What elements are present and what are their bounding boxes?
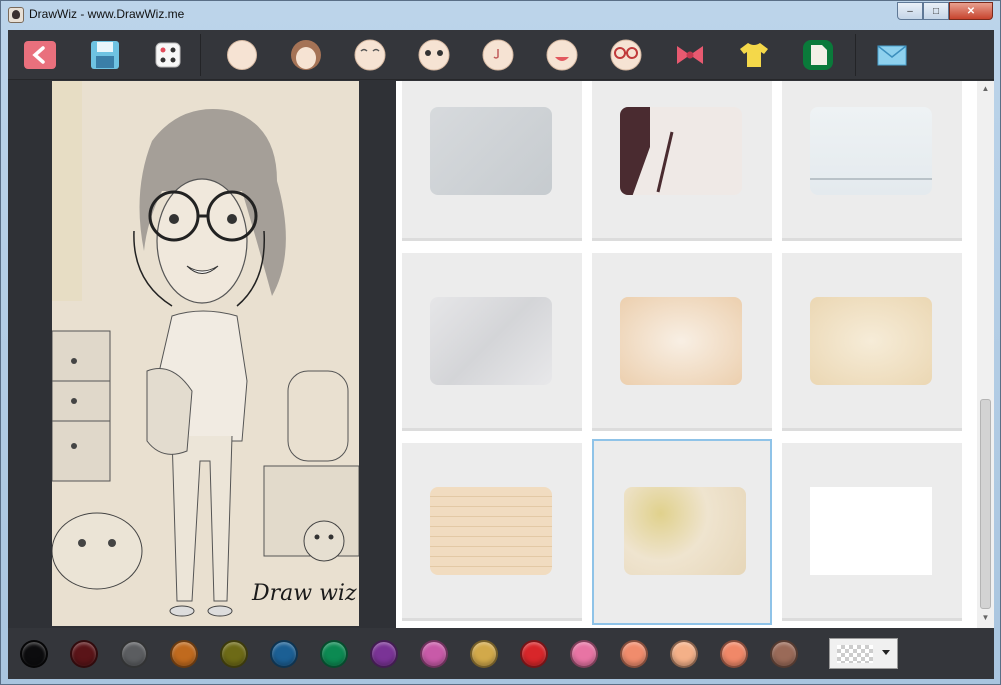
bow-icon (677, 46, 703, 64)
main-area: Draw wiz ▲ ▼ (8, 30, 994, 679)
caricature-canvas[interactable]: Draw wiz (52, 81, 359, 626)
background-thumbnail (430, 297, 552, 385)
background-thumbnail (620, 297, 742, 385)
hair-button[interactable] (288, 38, 324, 72)
save-button[interactable] (87, 38, 123, 72)
scroll-down-icon[interactable]: ▼ (980, 613, 991, 623)
nose-button[interactable] (480, 38, 516, 72)
background-item-handwritten-letter[interactable] (402, 443, 582, 621)
background-thumbnail (430, 487, 552, 575)
scroll-up-icon[interactable]: ▲ (980, 84, 991, 94)
accessory-button[interactable] (672, 38, 708, 72)
minimize-button[interactable]: – (897, 2, 923, 20)
window-title: DrawWiz - www.DrawWiz.me (29, 7, 185, 21)
back-icon (24, 41, 56, 69)
mouth-icon (546, 39, 578, 71)
toolbar (8, 30, 994, 80)
chevron-down-icon (882, 650, 890, 655)
color-swatch[interactable] (370, 640, 398, 668)
app-logo-icon (8, 7, 24, 23)
color-swatch[interactable] (770, 640, 798, 668)
save-icon (91, 41, 119, 69)
drawwiz-watermark: Draw wiz (252, 581, 357, 606)
nose-icon (482, 39, 514, 71)
glasses-button[interactable] (608, 38, 644, 72)
close-button[interactable]: ✕ (949, 2, 993, 20)
color-swatch[interactable] (170, 640, 198, 668)
hair-icon (291, 40, 321, 70)
background-thumbnail (624, 487, 746, 575)
maximize-button[interactable]: □ (923, 2, 949, 20)
color-swatch[interactable] (270, 640, 298, 668)
app-window: DrawWiz - www.DrawWiz.me – □ ✕ Draw wiz … (0, 0, 1001, 685)
background-thumbnail (810, 487, 932, 575)
shirt-icon (740, 43, 768, 67)
color-palette (8, 628, 994, 679)
color-swatch[interactable] (470, 640, 498, 668)
background-thumbnail (810, 107, 932, 195)
background-gallery: ▲ ▼ (396, 81, 994, 628)
share-button[interactable] (874, 38, 910, 72)
color-swatch[interactable] (620, 640, 648, 668)
background-thumbnail (430, 107, 552, 195)
pattern-dropdown[interactable] (829, 638, 898, 669)
random-button[interactable] (150, 38, 186, 72)
color-swatch[interactable] (70, 640, 98, 668)
glasses-icon (610, 39, 642, 71)
dice-icon (155, 42, 181, 68)
eyebrows-button[interactable] (352, 38, 388, 72)
checkerboard-icon (837, 645, 873, 663)
color-swatch[interactable] (570, 640, 598, 668)
background-item-cream-paper[interactable] (592, 253, 772, 431)
background-thumbnail (620, 107, 742, 195)
color-swatch[interactable] (520, 640, 548, 668)
gallery-scrollbar[interactable]: ▲ ▼ (977, 81, 994, 628)
mail-icon (877, 45, 907, 66)
background-item-old-yellow-paper[interactable] (782, 253, 962, 431)
color-swatch[interactable] (20, 640, 48, 668)
color-swatch[interactable] (120, 640, 148, 668)
color-swatch[interactable] (670, 640, 698, 668)
clothes-button[interactable] (736, 38, 772, 72)
scrollbar-thumb[interactable] (980, 399, 991, 609)
title-bar: DrawWiz - www.DrawWiz.me – □ ✕ (1, 1, 1000, 28)
face-shape-button[interactable] (224, 38, 260, 72)
background-item-stained-paper[interactable] (592, 439, 772, 625)
background-item-crumpled-white-paper[interactable] (402, 253, 582, 431)
color-swatch[interactable] (420, 640, 448, 668)
background-item-plain-white[interactable] (782, 443, 962, 621)
background-thumbnail (810, 297, 932, 385)
background-icon (803, 40, 833, 70)
background-item-notebook-paper[interactable] (782, 81, 962, 241)
back-button[interactable] (22, 38, 58, 72)
color-swatch[interactable] (220, 640, 248, 668)
face-shape-icon (227, 40, 257, 70)
background-button[interactable] (800, 38, 836, 72)
mouth-button[interactable] (544, 38, 580, 72)
color-swatch[interactable] (720, 640, 748, 668)
background-item-grey-paper[interactable] (402, 81, 582, 241)
eyebrows-icon (354, 39, 386, 71)
eyes-button[interactable] (416, 38, 452, 72)
color-swatch[interactable] (320, 640, 348, 668)
background-item-paper-with-pen[interactable] (592, 81, 772, 241)
sketch-illustration (52, 81, 359, 626)
eyes-icon (418, 39, 450, 71)
